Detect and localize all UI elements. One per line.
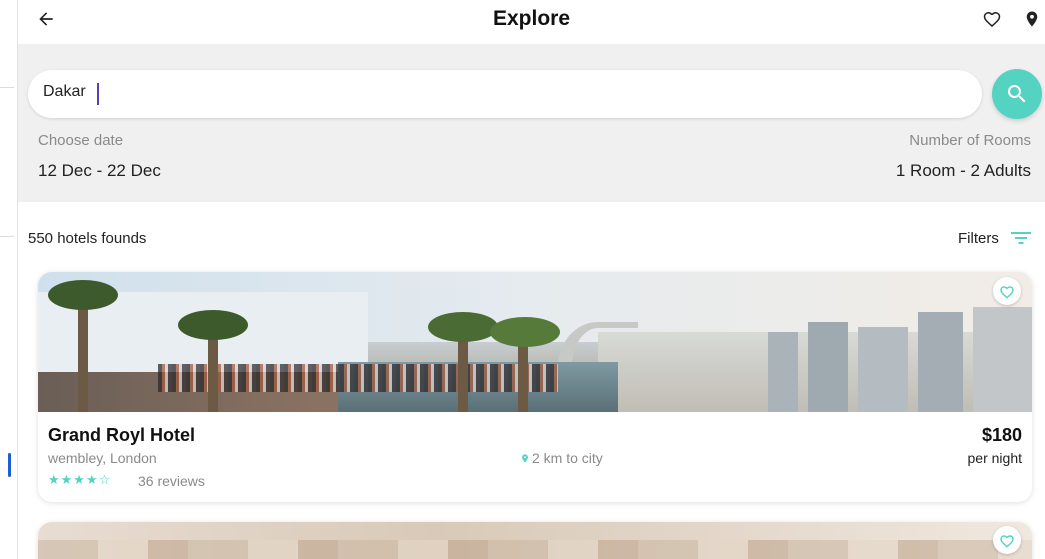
date-label: Choose date [38,132,124,149]
heart-outline-icon[interactable] [982,9,1002,29]
page-title: Explore [492,7,571,30]
text-caret [97,83,99,105]
map-pin-icon [522,454,528,463]
hotel-name: Grand Royl Hotel [48,425,196,445]
results-count: 550 hotels founds [28,230,147,247]
favorite-button[interactable] [993,526,1021,554]
results-header: 550 hotels founds Filters [18,202,1045,272]
hotel-photo [38,522,1032,559]
search-field[interactable] [28,70,982,118]
heart-outline-icon [1000,286,1014,299]
sidebar-indicator [8,453,11,477]
price-unit: per night [967,450,1022,466]
search-panel: Choose date 12 Dec - 22 Dec Number of Ro… [18,44,1045,202]
search-icon [1007,85,1026,103]
explore-screen: Explore Choose date 12 Dec - 22 Dec Numb… [18,0,1045,559]
rooms-label: Number of Rooms [909,132,1031,149]
hotel-price: $180 [981,425,1022,445]
search-input[interactable] [43,83,943,101]
hotel-location: wembley, London [48,450,157,466]
distance-text: 2 km to city [532,450,603,466]
app-bar: Explore [18,0,1045,44]
map-pin-icon[interactable] [1023,9,1041,29]
background-window-edge [0,0,18,559]
rooms-value[interactable]: 1 Room - 2 Adults [896,161,1031,181]
divider [0,236,14,237]
hotel-photo [38,272,1032,412]
heart-outline-icon [1000,535,1014,548]
favorite-button[interactable] [993,277,1021,305]
filter-lines-icon[interactable] [1010,229,1032,247]
hotel-card[interactable] [38,522,1032,559]
rating-stars: ★★★★☆ [48,472,112,487]
divider [0,87,14,88]
distance-info: 2 km to city [520,450,603,466]
hotel-card[interactable]: Grand Royl Hotel wembley, London 2 km to… [38,272,1032,502]
filters-button[interactable]: Filters [958,230,999,247]
search-button[interactable] [992,69,1042,119]
review-count: 36 reviews [138,473,205,489]
date-value[interactable]: 12 Dec - 22 Dec [38,161,161,181]
